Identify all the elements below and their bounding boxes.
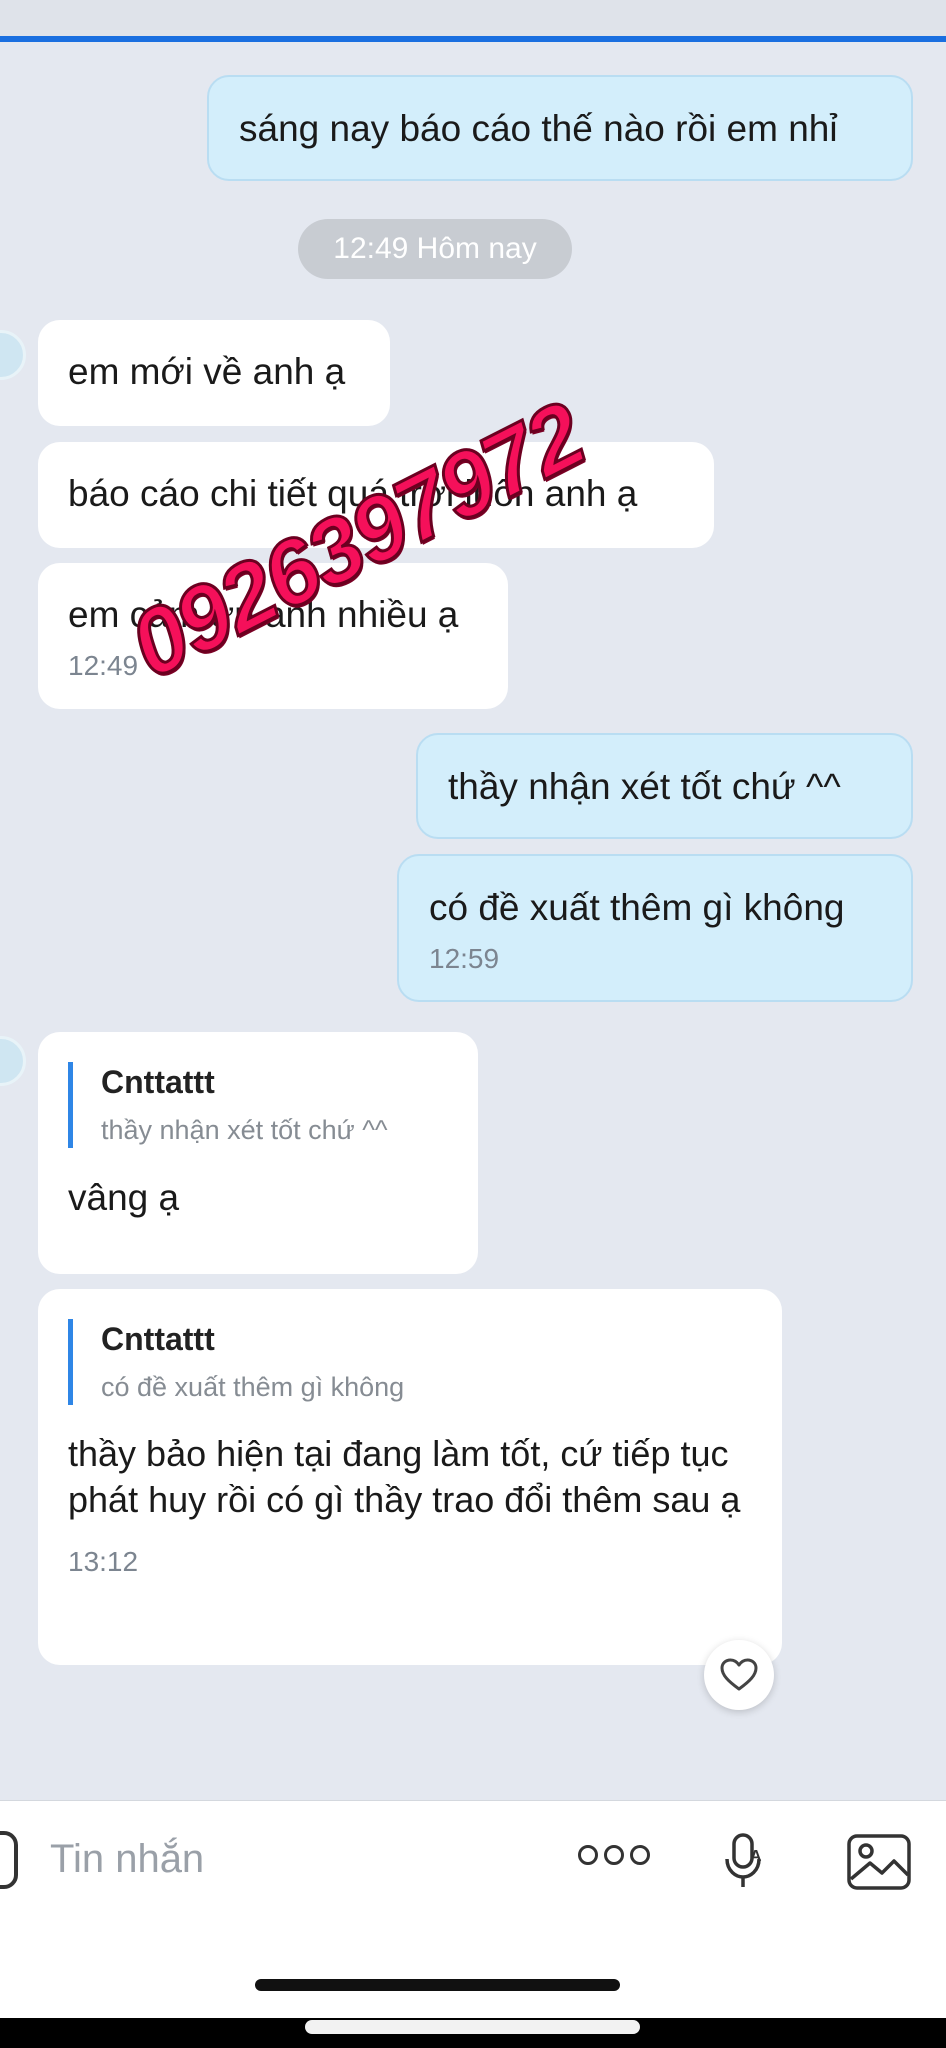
message-text: em mới về anh ạ [68,351,346,392]
message-bubble-incoming[interactable]: Cnttattt có đề xuất thêm gì không thầy b… [38,1289,782,1665]
message-time: 12:49 [68,650,139,681]
contact-avatar[interactable] [0,1036,26,1086]
message-text: sáng nay báo cáo thế nào rồi em nhỉ [239,108,838,149]
sticker-icon[interactable] [0,1831,18,1889]
mic-icon[interactable]: A [722,1831,768,1891]
reply-quote[interactable]: Cnttattt có đề xuất thêm gì không [68,1319,752,1405]
quote-author: Cnttattt [101,1064,215,1100]
home-indicator[interactable] [255,1979,620,1991]
svg-text:A: A [750,1848,762,1865]
bottom-bar-fragment [305,2020,640,2034]
gallery-icon[interactable] [846,1833,912,1891]
header-fragment [0,0,946,36]
message-text: vâng ạ [68,1177,180,1218]
message-time: 12:59 [429,943,500,974]
message-bubble-outgoing[interactable]: sáng nay báo cáo thế nào rồi em nhỉ [207,75,913,181]
message-text: có đề xuất thêm gì không [429,887,845,928]
contact-avatar[interactable] [0,330,26,380]
message-bubble-outgoing[interactable]: thầy nhận xét tốt chứ ^^ [416,733,913,839]
reply-quote[interactable]: Cnttattt thầy nhận xét tốt chứ ^^ [68,1062,448,1148]
message-input-bar: Tin nhắn A [0,1800,946,1931]
message-bubble-outgoing[interactable]: có đề xuất thêm gì không 12:59 [397,854,913,1002]
date-separator: 12:49 Hôm nay [298,219,572,279]
quote-text: thầy nhận xét tốt chứ ^^ [101,1115,388,1145]
message-bubble-incoming[interactable]: em mới về anh ạ [38,320,390,426]
message-text: thầy bảo hiện tại đang làm tốt, cứ tiếp … [68,1433,741,1520]
quote-author: Cnttattt [101,1321,215,1357]
heart-icon[interactable] [704,1640,774,1710]
message-bubble-incoming[interactable]: Cnttattt thầy nhận xét tốt chứ ^^ vâng ạ [38,1032,478,1274]
message-input[interactable]: Tin nhắn [50,1837,204,1882]
bottom-border [0,2018,946,2048]
quote-text: có đề xuất thêm gì không [101,1372,405,1402]
more-icon[interactable] [578,1845,650,1865]
message-time: 13:12 [68,1546,139,1577]
message-text: thầy nhận xét tốt chứ ^^ [448,766,841,807]
